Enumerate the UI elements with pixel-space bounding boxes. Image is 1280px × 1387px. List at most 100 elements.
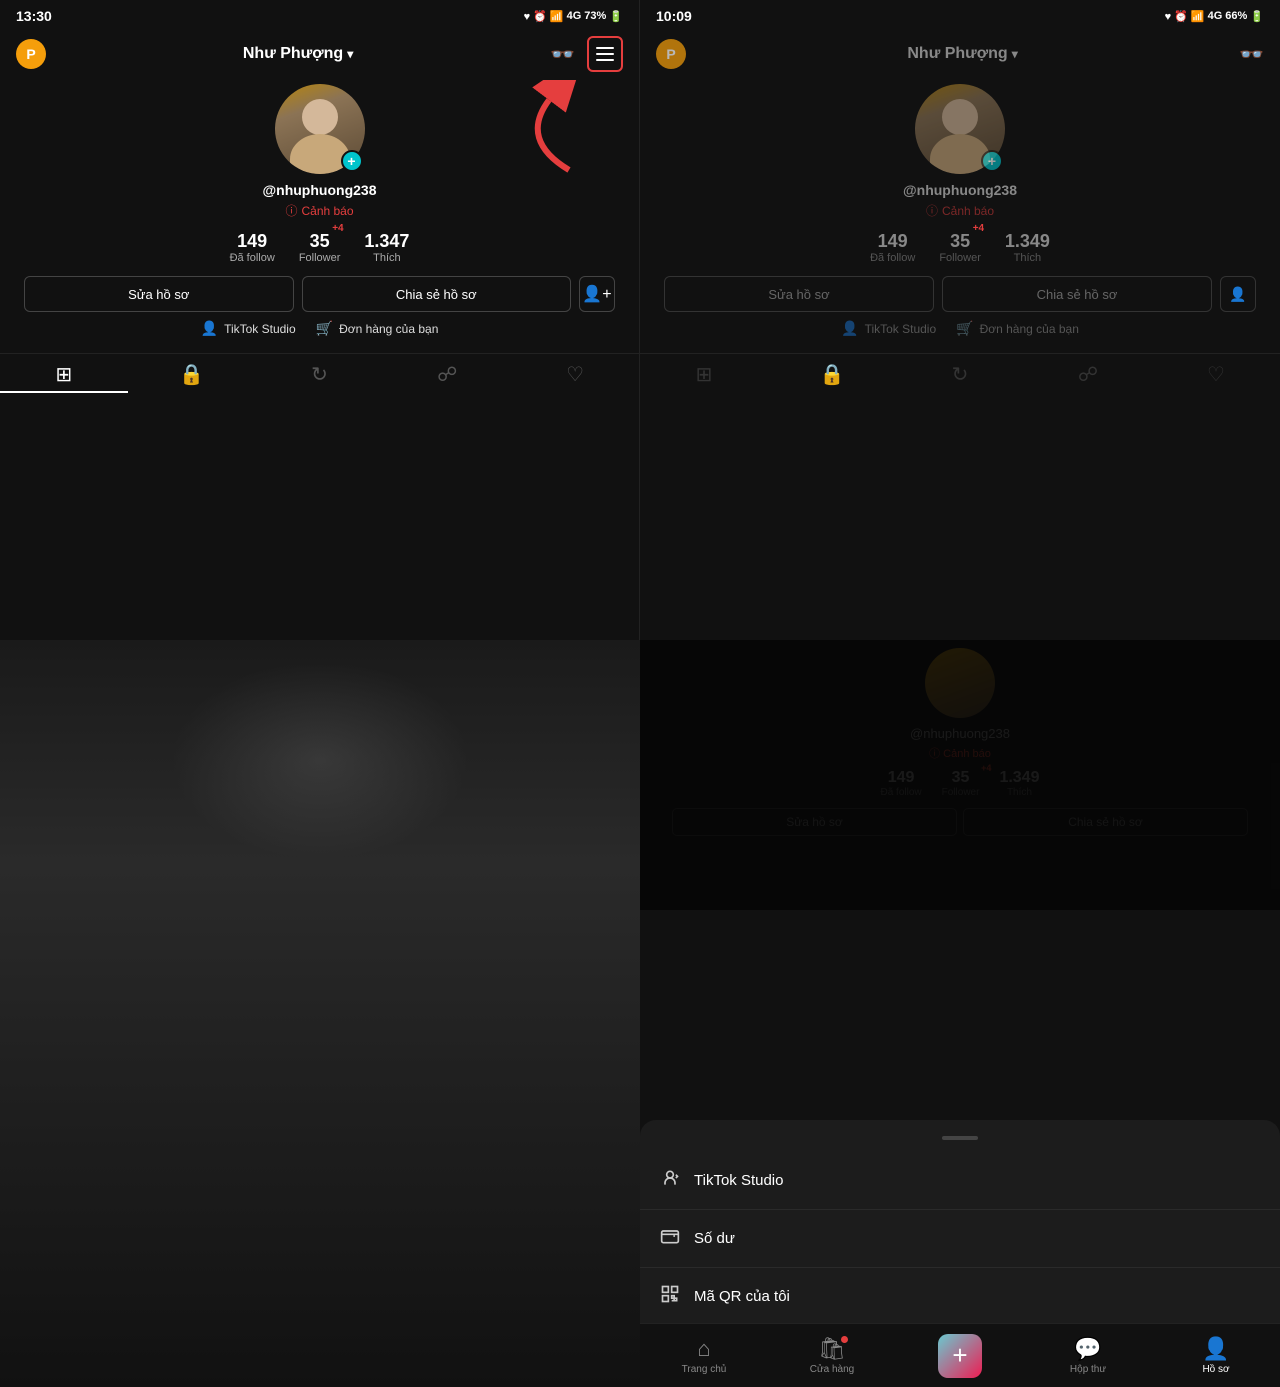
store-icon: 🛍 xyxy=(818,1336,846,1362)
username-handle-left: @nhuphuong238 xyxy=(263,182,377,198)
bottom-left-panel xyxy=(0,640,640,1387)
hamburger-line-1 xyxy=(596,47,614,49)
avatar-right: + xyxy=(915,84,1005,174)
wallet-icon xyxy=(660,1226,680,1251)
warning-icon-left: ⓘ xyxy=(285,202,297,219)
tab-bar-left: ⊞ 🔒 ↻ ☍ ♡ xyxy=(0,353,639,397)
menu-item-ma-qr[interactable]: Mã QR của tôi xyxy=(640,1268,1280,1326)
left-screen: 13:30 ♥ ⏰ 📶 4G 73% 🔋 P Như Phượng ▾ 👓 xyxy=(0,0,640,640)
tiktok-studio-link-right[interactable]: 👤 TikTok Studio xyxy=(841,320,936,337)
tab-tagged-right[interactable]: ☍ xyxy=(1024,358,1152,391)
menu-item-tiktok-studio[interactable]: TikTok Studio xyxy=(640,1152,1280,1210)
tab-repost-left[interactable]: ↻ xyxy=(256,358,384,393)
plus-badge-right[interactable]: + xyxy=(981,150,1003,172)
follower-badge-right: +4 xyxy=(973,223,984,234)
tab-liked-right[interactable]: ♡ xyxy=(1152,358,1280,391)
create-button[interactable]: + xyxy=(938,1334,982,1378)
tab-repost-right[interactable]: ↻ xyxy=(896,358,1024,391)
nav-inbox-label: Hộp thư xyxy=(1070,1364,1106,1375)
bottom-right-profile-partial: @nhuphuong238 ⓘ Cảnh báo 149 Đã follow 3… xyxy=(640,640,1280,910)
orders-link-left[interactable]: 🛒 Đơn hàng của bạn xyxy=(316,320,439,337)
tab-grid-right[interactable]: ⊞ xyxy=(640,358,768,391)
nav-icons-left: 👓 xyxy=(550,36,623,72)
status-bar-right: 10:09 ♥ ⏰ 📶 4G 66% 🔋 xyxy=(640,0,1280,32)
stats-row-left: 149 Đã follow 35 +4 Follower 1.347 Thích xyxy=(16,231,623,264)
follow-label-left: Đã follow xyxy=(230,252,275,264)
tab-grid-left[interactable]: ⊞ xyxy=(0,358,128,393)
follower-number-right: 35 +4 xyxy=(950,231,970,252)
cart-icon-left: 🛒 xyxy=(316,320,333,337)
spotlight-effect xyxy=(170,660,470,860)
nav-profile[interactable]: 👤 Hồ sơ xyxy=(1152,1332,1280,1379)
follower-label-right: Follower xyxy=(939,252,981,264)
warning-badge-left: ⓘ Cảnh báo xyxy=(285,202,353,219)
tab-bar-right: ⊞ 🔒 ↻ ☍ ♡ xyxy=(640,353,1280,395)
username-dropdown-right[interactable]: Như Phượng ▾ xyxy=(907,45,1017,63)
share-profile-button-right[interactable]: Chia sẻ hồ sơ xyxy=(942,276,1212,312)
hamburger-button[interactable] xyxy=(587,36,623,72)
profile-section-left: + @nhuphuong238 ⓘ Cảnh báo 149 Đã follow… xyxy=(0,76,639,353)
follower-label-left: Follower xyxy=(299,252,341,264)
orders-link-right[interactable]: 🛒 Đơn hàng của bạn xyxy=(956,320,1079,337)
stat-follow-left: 149 Đã follow xyxy=(230,231,275,264)
tab-liked-left[interactable]: ♡ xyxy=(511,358,639,393)
avatar-left: + xyxy=(275,84,365,174)
right-screen: 10:09 ♥ ⏰ 📶 4G 66% 🔋 P Như Phượng ▾ 👓 xyxy=(640,0,1280,640)
bottom-nav: ⌂ Trang chủ 🛍 Cửa hàng + 💬 Hộp thư 👤 Hồ … xyxy=(640,1323,1280,1387)
edit-profile-button-right[interactable]: Sửa hồ sơ xyxy=(664,276,934,312)
likes-number-left: 1.347 xyxy=(364,231,409,252)
glasses-icon-right[interactable]: 👓 xyxy=(1239,42,1264,67)
glasses-icon[interactable]: 👓 xyxy=(550,42,575,67)
nav-inbox[interactable]: 💬 Hộp thư xyxy=(1024,1332,1152,1379)
edit-profile-button-left[interactable]: Sửa hồ sơ xyxy=(24,276,294,312)
nav-create[interactable]: + xyxy=(896,1332,1024,1379)
username-handle-right: @nhuphuong238 xyxy=(903,182,1017,198)
time-right: 10:09 xyxy=(656,8,692,24)
plus-badge-left[interactable]: + xyxy=(341,150,363,172)
nav-store[interactable]: 🛍 Cửa hàng xyxy=(768,1332,896,1379)
nav-icons-right: 👓 xyxy=(1239,42,1264,67)
menu-label-ma-qr: Mã QR của tôi xyxy=(694,1288,790,1305)
bottom-right-panel: @nhuphuong238 ⓘ Cảnh báo 149 Đã follow 3… xyxy=(640,640,1280,1387)
stat-follow-right: 149 Đã follow xyxy=(870,231,915,264)
top-nav-right: P Như Phượng ▾ 👓 xyxy=(640,32,1280,76)
tiktok-studio-link-left[interactable]: 👤 TikTok Studio xyxy=(201,320,296,337)
stat-likes-right: 1.349 Thích xyxy=(1005,231,1050,264)
nav-home[interactable]: ⌂ Trang chủ xyxy=(640,1332,768,1379)
stat-follower-left: 35 +4 Follower xyxy=(299,231,341,264)
share-profile-button-left[interactable]: Chia sẻ hồ sơ xyxy=(302,276,572,312)
links-row-right: 👤 TikTok Studio 🛒 Đơn hàng của bạn xyxy=(833,320,1087,337)
studio-menu-icon xyxy=(660,1168,680,1193)
profile-section-right: + @nhuphuong238 ⓘ Cảnh báo 149 Đã follow… xyxy=(640,76,1280,353)
follow-number-left: 149 xyxy=(237,231,267,252)
qr-icon xyxy=(660,1284,680,1309)
top-nav-left: P Như Phượng ▾ 👓 xyxy=(0,32,639,76)
menu-item-so-du[interactable]: Số dư xyxy=(640,1210,1280,1268)
menu-handle xyxy=(942,1136,978,1140)
add-friend-button-right[interactable]: 👤 xyxy=(1220,276,1256,312)
profile-initial-left[interactable]: P xyxy=(16,39,46,69)
bottom-half: @nhuphuong238 ⓘ Cảnh báo 149 Đã follow 3… xyxy=(0,640,1280,1387)
hamburger-line-3 xyxy=(596,59,614,61)
likes-label-left: Thích xyxy=(373,252,401,264)
tab-lock-left[interactable]: 🔒 xyxy=(128,358,256,393)
stat-likes-left: 1.347 Thích xyxy=(364,231,409,264)
tab-tagged-left[interactable]: ☍ xyxy=(383,358,511,393)
action-buttons-right: Sửa hồ sơ Chia sẻ hồ sơ 👤 xyxy=(656,276,1264,312)
username-dropdown-left[interactable]: Như Phượng ▾ xyxy=(243,45,353,63)
home-icon: ⌂ xyxy=(697,1336,710,1362)
add-friend-button-left[interactable]: 👤+ xyxy=(579,276,615,312)
warning-badge-right: ⓘ Cảnh báo xyxy=(926,202,994,219)
profile-icon: 👤 xyxy=(1202,1336,1229,1362)
stat-follower-right: 35 +4 Follower xyxy=(939,231,981,264)
stats-row-right: 149 Đã follow 35 +4 Follower 1.349 Thích xyxy=(656,231,1264,264)
profile-initial-right[interactable]: P xyxy=(656,39,686,69)
studio-icon-left: 👤 xyxy=(201,320,218,337)
studio-icon-right: 👤 xyxy=(841,320,858,337)
chevron-down-icon: ▾ xyxy=(347,47,353,61)
warning-icon-right: ⓘ xyxy=(926,202,938,219)
status-icons-right: ♥ ⏰ 📶 4G 66% 🔋 xyxy=(1165,10,1264,23)
menu-label-tiktok-studio: TikTok Studio xyxy=(694,1172,783,1189)
chevron-down-icon-right: ▾ xyxy=(1012,47,1018,61)
tab-lock-right[interactable]: 🔒 xyxy=(768,358,896,391)
